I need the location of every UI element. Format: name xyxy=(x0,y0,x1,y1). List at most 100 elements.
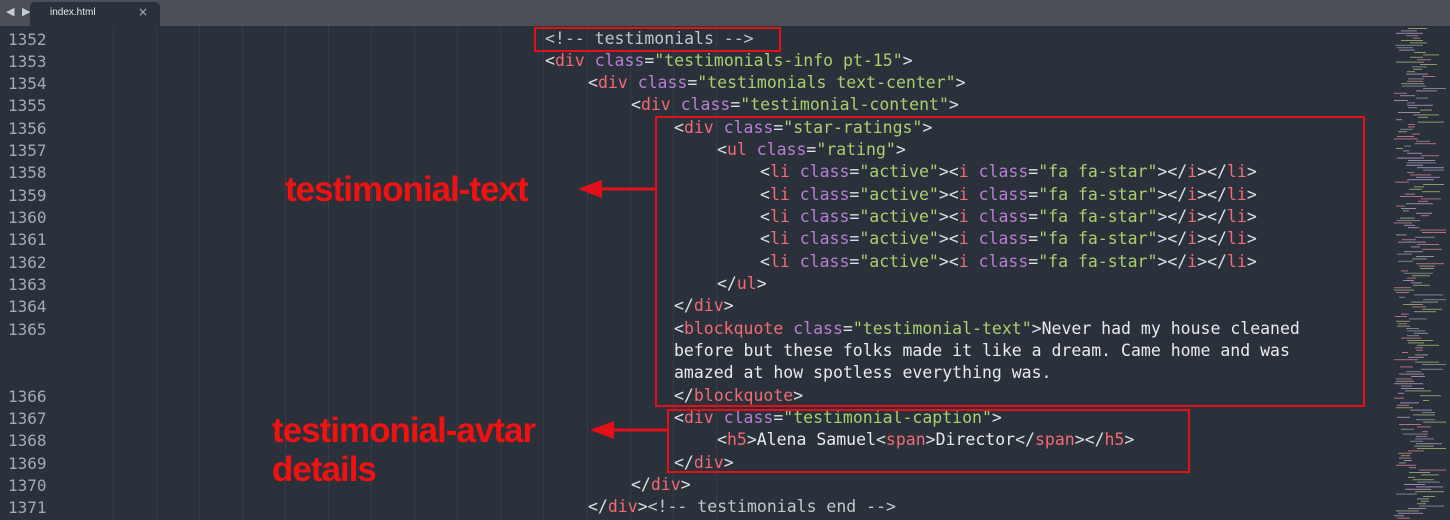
minimap-line xyxy=(1408,356,1424,358)
minimap-line xyxy=(1423,299,1446,301)
minimap-line xyxy=(1423,88,1446,89)
line-number: 1359 xyxy=(8,186,47,205)
minimap-line xyxy=(1422,364,1446,365)
minimap-line xyxy=(1416,256,1434,257)
minimap-line xyxy=(1401,455,1410,457)
punct: > xyxy=(902,51,913,70)
minimap-line xyxy=(1422,431,1428,433)
minimap-line xyxy=(1407,340,1433,341)
minimap-line xyxy=(1398,131,1407,133)
code-line-1371: </div><!-- testimonials end --> xyxy=(588,497,896,516)
annotation-avatar-line2: details xyxy=(272,450,377,489)
minimap-line xyxy=(1406,371,1421,373)
minimap-line xyxy=(1394,289,1414,291)
arrow-icon xyxy=(578,180,656,198)
minimap-line xyxy=(1404,251,1423,253)
minimap-line xyxy=(1401,270,1408,272)
minimap-line xyxy=(1407,330,1425,332)
minimap-line xyxy=(1394,138,1418,140)
minimap-line xyxy=(1410,56,1423,58)
code-line-1370: </div> xyxy=(631,475,691,494)
minimap-line xyxy=(1395,44,1423,46)
minimap-line xyxy=(1413,37,1420,39)
line-number: 1354 xyxy=(8,74,47,93)
minimap-line xyxy=(1415,143,1436,145)
minimap-line xyxy=(1412,66,1427,68)
minimap-line xyxy=(1397,253,1412,255)
attr-value: "testimonials-info pt-15" xyxy=(654,51,903,70)
minimap-line xyxy=(1423,184,1444,185)
minimap-line xyxy=(1422,191,1440,193)
minimap-line xyxy=(1420,109,1432,111)
minimap-line xyxy=(1394,359,1418,361)
minimap-line xyxy=(1404,145,1411,147)
minimap-line xyxy=(1399,462,1406,464)
minimap-line xyxy=(1400,402,1419,404)
minimap-line xyxy=(1422,412,1435,413)
html-comment: <!-- testimonials end --> xyxy=(647,497,896,516)
minimap-line xyxy=(1394,222,1412,224)
minimap-line xyxy=(1409,188,1422,190)
minimap-line xyxy=(1417,167,1444,169)
minimap-line xyxy=(1401,30,1417,32)
minimap-lines xyxy=(1394,28,1446,519)
minimap-line xyxy=(1415,236,1435,238)
minimap-line xyxy=(1398,112,1420,113)
minimap-line xyxy=(1406,35,1418,37)
highlight-box-testimonial-caption xyxy=(667,409,1190,473)
minimap-line xyxy=(1398,392,1404,394)
minimap-line xyxy=(1397,47,1413,49)
minimap-line xyxy=(1394,100,1408,101)
minimap-line xyxy=(1408,78,1424,80)
tab-nav-arrows[interactable]: ◀ ▶ xyxy=(6,5,32,18)
line-number: 1371 xyxy=(8,498,47,517)
minimap-line xyxy=(1407,152,1422,154)
minimap-line xyxy=(1412,275,1430,277)
minimap-line xyxy=(1419,469,1446,471)
minimap-line xyxy=(1416,349,1423,351)
minimap-line xyxy=(1423,169,1444,171)
minimap-line xyxy=(1407,335,1419,337)
minimap-line xyxy=(1419,505,1444,507)
minimap[interactable] xyxy=(1386,26,1450,520)
minimap-line xyxy=(1401,385,1412,387)
minimap-line xyxy=(1403,304,1423,305)
minimap-line xyxy=(1399,49,1415,51)
minimap-line xyxy=(1415,491,1444,493)
line-number: 1365 xyxy=(8,320,47,339)
arrow-icon xyxy=(590,421,668,439)
minimap-line xyxy=(1401,40,1423,41)
indent-guide xyxy=(543,26,544,520)
minimap-line xyxy=(1414,311,1436,313)
minimap-line xyxy=(1416,90,1437,92)
tab-index-html[interactable]: index.html × xyxy=(30,2,160,26)
minimap-line xyxy=(1417,481,1440,483)
minimap-line xyxy=(1416,97,1428,99)
tag-name: div xyxy=(597,73,628,92)
minimap-line xyxy=(1414,52,1426,53)
attr-value: "testimonials text-center" xyxy=(697,73,956,92)
minimap-line xyxy=(1404,460,1412,461)
close-icon[interactable]: × xyxy=(138,5,148,19)
minimap-line xyxy=(1396,320,1410,322)
line-number: 1356 xyxy=(8,119,47,138)
highlight-box-comment xyxy=(534,27,781,52)
minimap-line xyxy=(1422,248,1442,250)
minimap-line xyxy=(1395,181,1409,183)
minimap-line xyxy=(1410,409,1432,411)
minimap-line xyxy=(1419,265,1435,267)
minimap-line xyxy=(1409,318,1427,320)
minimap-line xyxy=(1398,241,1426,243)
line-number: 1367 xyxy=(8,409,47,428)
minimap-line xyxy=(1398,260,1413,262)
minimap-line xyxy=(1394,92,1407,94)
line-number: 1369 xyxy=(8,454,47,473)
minimap-line xyxy=(1415,347,1423,349)
minimap-line xyxy=(1408,227,1419,229)
punct: </ xyxy=(588,497,608,516)
minimap-line xyxy=(1413,284,1430,286)
minimap-line xyxy=(1406,73,1428,75)
minimap-line xyxy=(1411,301,1438,303)
minimap-line xyxy=(1402,85,1426,87)
minimap-line xyxy=(1416,263,1444,265)
